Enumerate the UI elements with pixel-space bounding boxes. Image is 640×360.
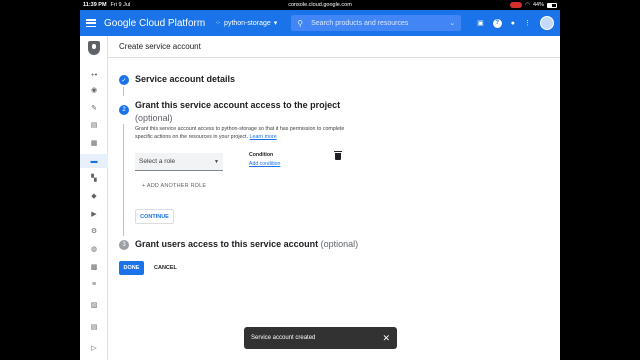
page-title: Create service account <box>119 42 201 51</box>
sidebar-item-audit[interactable]: ▤ <box>80 320 108 334</box>
sidebar-item-labels[interactable]: ◆ <box>80 189 108 203</box>
search-icon: ⚲ <box>297 18 304 28</box>
description-text: Grant this service account access to pyt… <box>135 126 345 140</box>
sidebar-item-workload-identity[interactable]: ▚ <box>80 171 108 185</box>
add-another-role-button[interactable]: + ADD ANOTHER ROLE <box>142 183 206 189</box>
avatar[interactable] <box>540 16 554 30</box>
product-title[interactable]: Google Cloud Platform <box>104 18 205 29</box>
step-3-title-text: Grant users access to this service accou… <box>135 239 319 249</box>
sidebar-item-org-policies[interactable]: ▦ <box>80 136 108 150</box>
search-bar[interactable]: ⚲ Search products and resources ⌄ <box>291 15 462 31</box>
ios-status-bar: 11:39 PM Fri 9 Jul console.cloud.google.… <box>80 0 560 10</box>
condition-label: Condition <box>249 152 274 158</box>
iam-shield-icon <box>88 41 100 55</box>
page-title-bar: Create service account <box>108 36 560 58</box>
header-actions: ▣ ? ● ⋮ <box>477 10 554 36</box>
project-icon: ⁘ <box>215 20 222 27</box>
continue-button[interactable]: CONTINUE <box>135 209 174 224</box>
step-3-title[interactable]: Grant users access to this service accou… <box>135 239 358 249</box>
add-condition-link[interactable]: Add condition <box>249 161 280 167</box>
app-header: Google Cloud Platform ⁘ python-storage ▾… <box>80 10 560 36</box>
dropdown-arrow-icon: ▼ <box>214 158 219 165</box>
step-2-title: Grant this service account access to the… <box>135 99 340 125</box>
sidebar-item-troubleshooter[interactable]: ✎ <box>80 101 108 115</box>
plus-icon: + <box>142 183 146 189</box>
sidebar: +• ◉ ✎ ▤ ▦ ▬ ▚ ◆ ▶ ⚙ ◍ ▩ ≡ ▨ ▤ ▷ <box>80 36 108 360</box>
step-connector <box>123 124 124 236</box>
add-another-role-label: ADD ANOTHER ROLE <box>146 183 207 189</box>
step-3-number: 3 <box>119 240 129 250</box>
menu-icon[interactable] <box>86 19 96 27</box>
sidebar-item-tags[interactable]: ▶ <box>80 207 108 221</box>
role-select[interactable]: Select a role ▼ <box>135 153 223 171</box>
step-2-description: Grant this service account access to pyt… <box>135 125 350 141</box>
close-icon[interactable]: ✕ <box>382 333 390 344</box>
ipad-screen: 11:39 PM Fri 9 Jul console.cloud.google.… <box>80 0 560 360</box>
step-1-title[interactable]: Service account details <box>135 74 235 84</box>
cancel-button[interactable]: CANCEL <box>154 261 177 275</box>
sidebar-item-iam[interactable]: +• <box>80 68 108 82</box>
sidebar-item-service-accounts[interactable]: ▬ <box>80 154 108 168</box>
step-2-number: 2 <box>119 105 129 115</box>
sidebar-item-settings[interactable]: ⚙ <box>80 224 108 238</box>
battery-icon <box>547 2 557 8</box>
sidebar-item-keys[interactable]: ▩ <box>80 260 108 274</box>
snackbar-message: Service account created <box>251 335 316 341</box>
sidebar-item-roles[interactable]: ▨ <box>80 298 108 312</box>
step-2-title-text: Grant this service account access to the… <box>135 100 341 110</box>
cloud-shell-icon[interactable]: ▣ <box>477 19 484 27</box>
delete-icon[interactable] <box>334 151 342 160</box>
role-select-value: Select a role <box>139 158 176 165</box>
more-vert-icon[interactable]: ⋮ <box>524 19 531 27</box>
chevron-down-icon: ▾ <box>273 20 278 27</box>
learn-more-link[interactable]: Learn more <box>250 134 277 140</box>
collapse-sidebar-icon[interactable]: ▷ <box>80 341 108 355</box>
sidebar-item-identity[interactable]: ◉ <box>80 83 108 97</box>
step-connector <box>123 87 124 96</box>
help-icon[interactable]: ? <box>492 18 502 28</box>
sidebar-item-analyzer[interactable]: ▤ <box>80 118 108 132</box>
snackbar: Service account created ✕ <box>244 327 397 349</box>
stepper: ✓ Service account details 2 Grant this s… <box>108 58 560 360</box>
project-selector[interactable]: ⁘ python-storage ▾ <box>215 19 278 28</box>
done-button[interactable]: DONE <box>119 261 144 275</box>
step-2-optional: (optional) <box>135 113 173 123</box>
sidebar-item-groups[interactable]: ≡ <box>80 277 108 291</box>
notifications-icon[interactable]: ● <box>511 20 515 27</box>
project-name: python-storage <box>224 19 271 27</box>
sidebar-item-privacy[interactable]: ◍ <box>80 242 108 256</box>
chevron-down-icon[interactable]: ⌄ <box>449 19 455 27</box>
url-bar[interactable]: console.cloud.google.com <box>80 2 560 8</box>
check-icon: ✓ <box>119 75 129 85</box>
search-input[interactable]: Search products and resources <box>311 20 408 27</box>
step-3-optional: (optional) <box>320 239 359 249</box>
